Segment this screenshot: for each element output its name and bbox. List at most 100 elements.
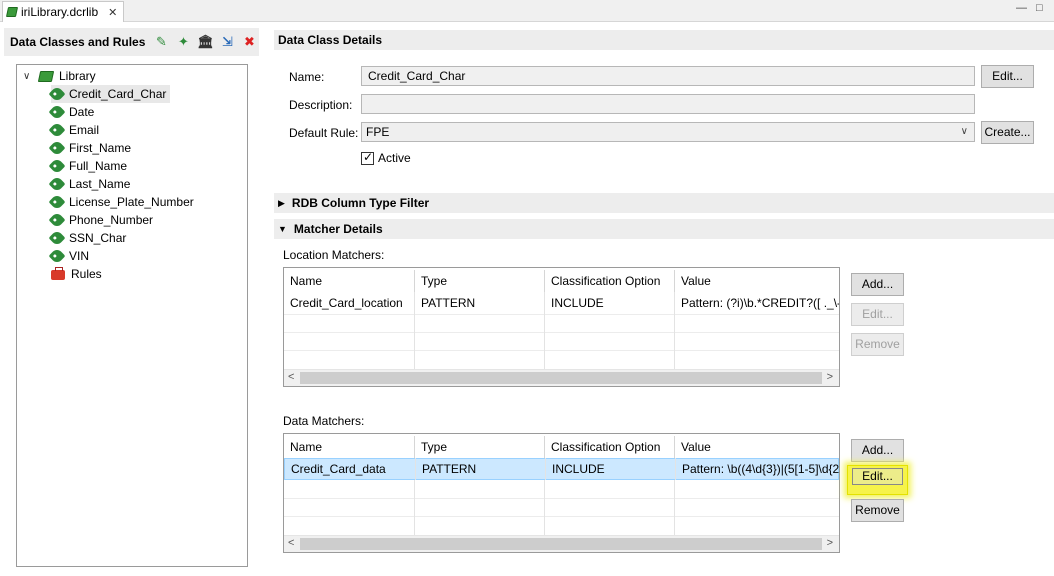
tree-item-first-name[interactable]: First_Name — [48, 139, 132, 157]
column-header-value[interactable]: Value — [675, 436, 839, 458]
editor-tab[interactable]: iriLibrary.dcrlib ✕ — [2, 1, 125, 22]
tree-item-label: Credit_Card_Char — [69, 87, 167, 101]
cell-name: Credit_Card_location — [284, 292, 415, 314]
tag-icon — [48, 85, 66, 103]
tree-item-label: License_Plate_Number — [69, 195, 194, 209]
empty-rows — [284, 314, 839, 370]
chevron-down-icon: ▼ — [278, 224, 287, 234]
location-matchers-label: Location Matchers: — [283, 248, 385, 262]
data-class-details-header: Data Class Details — [274, 30, 1054, 50]
column-header-classification-option[interactable]: Classification Option — [545, 270, 675, 292]
import-icon[interactable]: ⇲ — [219, 34, 235, 50]
empty-cell — [415, 314, 545, 370]
edit-name-button[interactable]: Edit... — [981, 65, 1034, 88]
column-header-type[interactable]: Type — [415, 436, 545, 458]
edit-data-matcher-label: Edit... — [852, 468, 903, 485]
data-matchers-table[interactable]: Name Type Classification Option Value Cr… — [283, 433, 840, 553]
tree-item-last-name[interactable]: Last_Name — [48, 175, 130, 193]
tag-icon — [48, 247, 66, 265]
cell-value: Pattern: \b((4\d{3})|(5[1-5]\d{2 — [682, 462, 840, 476]
scroll-right-icon[interactable]: > — [827, 537, 833, 549]
tag-icon — [48, 229, 66, 247]
wizard-icon[interactable]: ✦ — [175, 34, 191, 50]
tree-item-date[interactable]: Date — [48, 103, 95, 121]
description-field[interactable] — [361, 94, 975, 114]
left-panel-title: Data Classes and Rules — [10, 35, 146, 49]
close-icon[interactable]: ✕ — [108, 6, 117, 19]
editor-tab-bar: iriLibrary.dcrlib ✕ — □ — [0, 0, 1054, 22]
edit-location-matcher-button[interactable]: Edit... — [851, 303, 904, 326]
left-panel-header: Data Classes and Rules ✎ ✦ 🏛 ⇲ ✖ — [4, 28, 259, 56]
tree-item-full-name[interactable]: Full_Name — [48, 157, 128, 175]
remove-location-matcher-button[interactable]: Remove — [851, 333, 904, 356]
cell-value: Pattern: (?i)\b.*CREDIT?([ ._\-\ — [681, 296, 840, 310]
table-row-selected[interactable]: Credit_Card_data PATTERN INCLUDE Pattern… — [284, 458, 839, 480]
scroll-right-icon[interactable]: > — [827, 371, 833, 383]
tree-item-license-plate-number[interactable]: License_Plate_Number — [48, 193, 194, 211]
remove-data-matcher-button[interactable]: Remove — [851, 499, 904, 522]
new-data-class-icon[interactable]: ✎ — [153, 34, 169, 50]
tree-item-phone-number[interactable]: Phone_Number — [48, 211, 153, 229]
rdb-column-type-filter-header[interactable]: ▶ RDB Column Type Filter — [274, 193, 1054, 213]
name-label: Name: — [289, 70, 325, 84]
tree-item-rules[interactable]: Rules — [51, 265, 102, 283]
scrollbar-thumb[interactable] — [300, 372, 822, 384]
scroll-left-icon[interactable]: < — [288, 537, 294, 549]
library-file-icon — [5, 7, 19, 17]
default-rule-value: FPE — [366, 125, 390, 139]
tree-item-label: Date — [69, 105, 95, 119]
add-data-matcher-button[interactable]: Add... — [851, 439, 904, 462]
tree-item-email[interactable]: Email — [48, 121, 99, 139]
tree-item-label: Full_Name — [69, 159, 128, 173]
tree-item-label: VIN — [69, 249, 90, 263]
data-matchers-label: Data Matchers: — [283, 414, 365, 428]
data-class-tree[interactable]: ∨ Library Credit_Card_Char Date Email Fi… — [16, 64, 248, 567]
tree-item-label: First_Name — [69, 141, 132, 155]
tree-item-label: Rules — [71, 267, 102, 281]
chevron-down-icon[interactable]: ∨ — [23, 71, 33, 82]
empty-cell — [284, 314, 415, 370]
cell-type: PATTERN — [416, 458, 546, 480]
empty-cell — [284, 480, 415, 536]
cell-classification-option: INCLUDE — [546, 458, 676, 480]
left-panel-toolbar: ✎ ✦ 🏛 ⇲ ✖ — [153, 34, 257, 50]
tree-item-credit-card-char[interactable]: Credit_Card_Char — [48, 85, 171, 103]
tree-item-vin[interactable]: VIN — [48, 247, 90, 265]
horizontal-scrollbar[interactable]: < > — [284, 369, 839, 386]
tag-icon — [48, 175, 66, 193]
scroll-left-icon[interactable]: < — [288, 371, 294, 383]
add-location-matcher-button[interactable]: Add... — [851, 273, 904, 296]
name-field[interactable]: Credit_Card_Char — [361, 66, 975, 86]
table-header-row: Name Type Classification Option Value — [284, 436, 839, 458]
minimize-icon[interactable]: — — [1016, 2, 1027, 14]
active-checkbox[interactable] — [361, 150, 374, 165]
section-title: RDB Column Type Filter — [291, 196, 430, 210]
matcher-details-header[interactable]: ▼ Matcher Details — [274, 219, 1054, 239]
maximize-icon[interactable]: □ — [1036, 2, 1043, 14]
edit-data-matcher-button[interactable]: Edit... — [847, 465, 908, 495]
library-building-icon[interactable]: 🏛 — [197, 34, 214, 50]
location-matchers-table[interactable]: Name Type Classification Option Value Cr… — [283, 267, 840, 387]
tree-item-ssn-char[interactable]: SSN_Char — [48, 229, 126, 247]
tree-root-library[interactable]: ∨ Library — [23, 67, 96, 85]
cell-name: Credit_Card_data — [285, 458, 416, 480]
column-header-classification-option[interactable]: Classification Option — [545, 436, 675, 458]
chevron-right-icon: ▶ — [278, 197, 285, 208]
cell-classification-option: INCLUDE — [545, 292, 675, 314]
create-rule-button[interactable]: Create... — [981, 121, 1034, 144]
column-header-value[interactable]: Value — [675, 270, 839, 292]
empty-cell — [415, 480, 545, 536]
horizontal-scrollbar[interactable]: < > — [284, 535, 839, 552]
column-header-name[interactable]: Name — [284, 270, 415, 292]
column-header-type[interactable]: Type — [415, 270, 545, 292]
scrollbar-thumb[interactable] — [300, 538, 822, 550]
toolbox-icon — [51, 267, 65, 280]
table-header-row: Name Type Classification Option Value — [284, 270, 839, 292]
active-checkbox-row[interactable]: Active — [361, 150, 411, 165]
default-rule-select[interactable]: FPE ∨ — [361, 122, 975, 142]
column-header-name[interactable]: Name — [284, 436, 415, 458]
table-row[interactable]: Credit_Card_location PATTERN INCLUDE Pat… — [284, 292, 839, 314]
tag-icon — [48, 103, 66, 121]
delete-icon[interactable]: ✖ — [241, 34, 257, 50]
cell-type: PATTERN — [415, 292, 545, 314]
